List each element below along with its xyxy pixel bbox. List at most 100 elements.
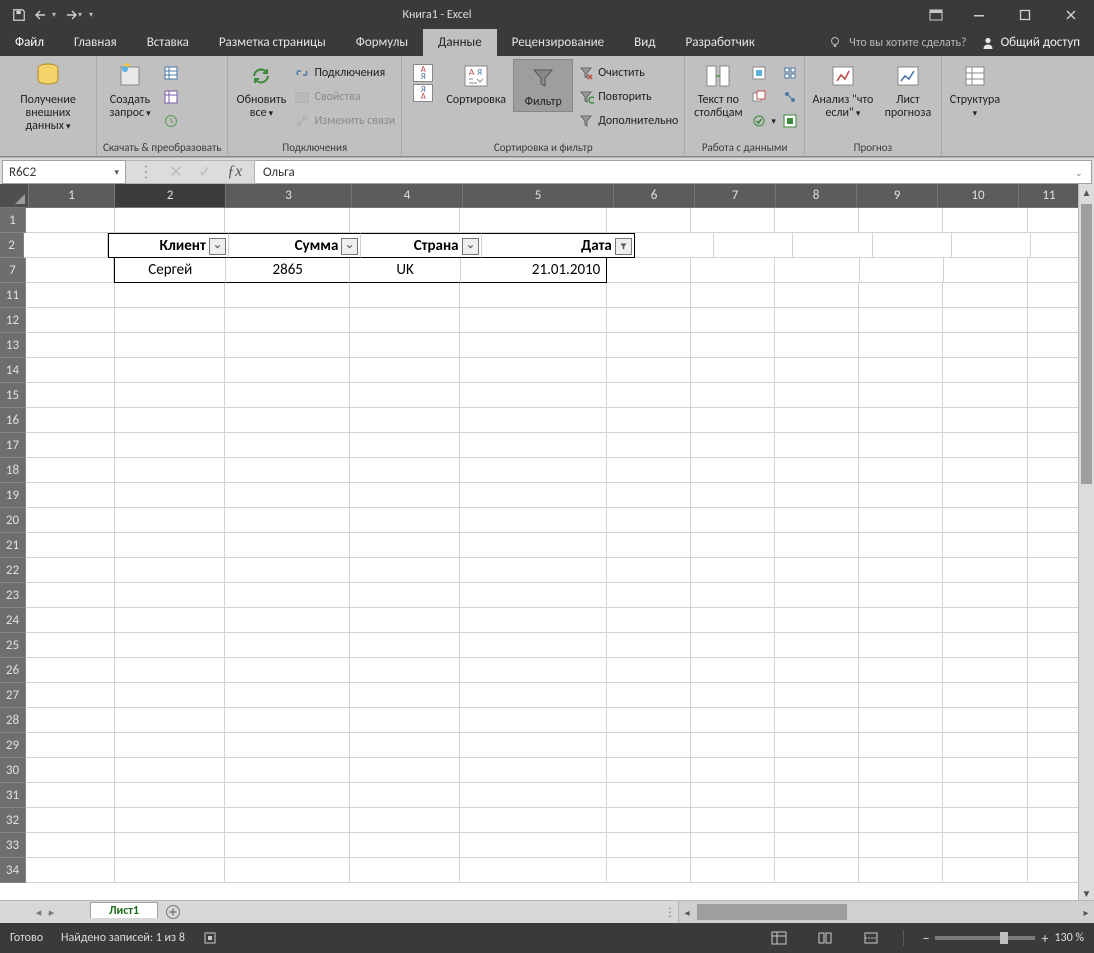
cell[interactable]	[26, 658, 115, 683]
cell[interactable]	[607, 733, 691, 758]
cell[interactable]	[943, 633, 1027, 658]
cell[interactable]	[607, 333, 691, 358]
vscroll-thumb[interactable]	[1081, 204, 1092, 484]
cell[interactable]	[607, 408, 691, 433]
cell[interactable]	[350, 658, 461, 683]
advanced-filter-button[interactable]: Дополнительно	[578, 110, 678, 132]
cell[interactable]	[350, 783, 461, 808]
cell[interactable]	[943, 283, 1027, 308]
cell[interactable]	[859, 508, 943, 533]
cell[interactable]	[225, 283, 349, 308]
select-all-corner[interactable]	[0, 184, 29, 208]
cell[interactable]	[859, 733, 943, 758]
cell[interactable]	[115, 683, 226, 708]
rows-area[interactable]: 12КлиентСуммаСтранаДата7Сергей2865UK21.0…	[0, 208, 1094, 901]
cell[interactable]	[460, 458, 606, 483]
cell[interactable]	[775, 333, 859, 358]
cell[interactable]	[26, 808, 115, 833]
cell[interactable]	[607, 483, 691, 508]
forecast-sheet-button[interactable]: Листпрогноза	[881, 60, 935, 120]
cell[interactable]	[691, 708, 775, 733]
name-box[interactable]: R6C2 ▾	[2, 160, 126, 184]
cell[interactable]	[26, 633, 115, 658]
cell[interactable]	[26, 208, 115, 233]
row-header[interactable]: 19	[0, 483, 26, 508]
column-header[interactable]: 4	[352, 184, 463, 208]
cell[interactable]	[859, 808, 943, 833]
cell[interactable]	[26, 383, 115, 408]
cell[interactable]	[115, 433, 226, 458]
cell[interactable]	[225, 333, 349, 358]
row-header[interactable]: 23	[0, 583, 26, 608]
cell[interactable]	[943, 458, 1027, 483]
consolidate-button[interactable]	[782, 62, 798, 84]
cell[interactable]	[943, 833, 1027, 858]
cell[interactable]	[775, 408, 859, 433]
cell[interactable]	[115, 508, 226, 533]
cell[interactable]	[859, 533, 943, 558]
cell[interactable]	[691, 283, 775, 308]
cell[interactable]	[691, 308, 775, 333]
cell[interactable]	[943, 858, 1027, 883]
row-header[interactable]: 14	[0, 358, 26, 383]
column-header[interactable]: 2	[115, 184, 226, 208]
cell[interactable]	[859, 283, 943, 308]
row-header[interactable]: 27	[0, 683, 26, 708]
cell[interactable]	[691, 833, 775, 858]
cell[interactable]: 21.01.2010	[461, 258, 607, 283]
cell[interactable]	[635, 233, 714, 258]
text-to-columns-button[interactable]: Текст постолбцам	[691, 60, 745, 120]
cell[interactable]	[607, 783, 691, 808]
cell[interactable]	[225, 658, 349, 683]
cell[interactable]	[775, 383, 859, 408]
cell[interactable]	[26, 308, 115, 333]
cell[interactable]	[775, 708, 859, 733]
get-external-data-button[interactable]: Получениевнешних данных ▾	[6, 60, 90, 133]
cell[interactable]	[460, 858, 606, 883]
cell[interactable]	[115, 308, 226, 333]
cell[interactable]	[691, 858, 775, 883]
zoom-slider[interactable]	[935, 936, 1035, 940]
chevron-down-icon[interactable]: ▾	[114, 167, 119, 178]
view-page-break-icon[interactable]	[857, 928, 885, 948]
tab-review[interactable]: Рецензирование	[497, 29, 619, 56]
cell[interactable]	[607, 683, 691, 708]
cell[interactable]	[460, 358, 606, 383]
cell[interactable]	[225, 533, 349, 558]
cell[interactable]	[943, 658, 1027, 683]
cell[interactable]	[859, 358, 943, 383]
cell[interactable]	[225, 783, 349, 808]
cell[interactable]	[460, 708, 606, 733]
cell[interactable]	[607, 508, 691, 533]
recent-sources-button[interactable]	[163, 110, 179, 132]
expand-formula-icon[interactable]: ⌄	[1075, 166, 1083, 179]
cell[interactable]	[859, 658, 943, 683]
cell[interactable]	[859, 683, 943, 708]
cell[interactable]: Сумма	[229, 233, 362, 258]
column-header[interactable]: 3	[226, 184, 352, 208]
cell[interactable]	[115, 833, 226, 858]
cell[interactable]	[859, 608, 943, 633]
cell[interactable]	[691, 383, 775, 408]
cell[interactable]: 2865	[226, 258, 350, 283]
cell[interactable]	[460, 633, 606, 658]
cell[interactable]	[775, 483, 859, 508]
ribbon-display-icon[interactable]	[916, 0, 956, 29]
cell[interactable]	[225, 833, 349, 858]
cell[interactable]	[775, 458, 859, 483]
cell[interactable]	[26, 708, 115, 733]
row-header[interactable]: 22	[0, 558, 26, 583]
enter-icon[interactable]: ✓	[198, 162, 211, 182]
cell[interactable]	[225, 633, 349, 658]
cell[interactable]	[691, 358, 775, 383]
new-query-button[interactable]: Создатьзапрос ▾	[103, 60, 157, 120]
cell[interactable]	[943, 383, 1027, 408]
cell[interactable]	[115, 708, 226, 733]
cell[interactable]	[350, 733, 461, 758]
cell[interactable]	[943, 558, 1027, 583]
cell[interactable]	[26, 333, 115, 358]
cell[interactable]	[691, 483, 775, 508]
column-header[interactable]: 8	[776, 184, 857, 208]
cell[interactable]	[775, 633, 859, 658]
cell[interactable]	[943, 433, 1027, 458]
